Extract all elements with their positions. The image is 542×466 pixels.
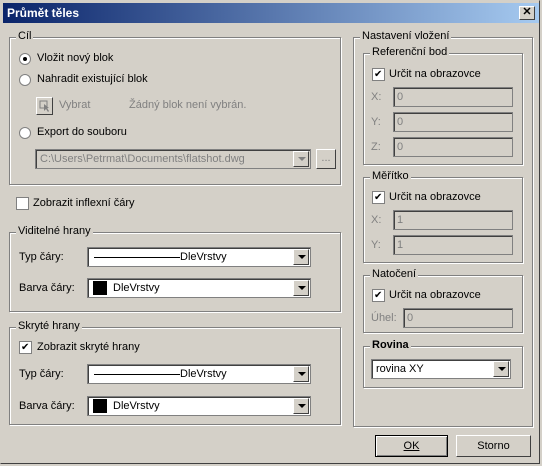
scale-x-field: 1 — [393, 210, 513, 230]
radio-replace-block-label[interactable]: Nahradit existující blok — [37, 73, 148, 85]
scale-legend: Měřítko — [370, 170, 411, 182]
rotation-specify-checkbox[interactable] — [372, 289, 385, 302]
no-block-selected-text: Žádný blok není vybrán. — [129, 99, 247, 111]
rotation-legend: Natočení — [370, 268, 419, 280]
ref-z-field: 0 — [393, 137, 513, 157]
visible-linetype-combo[interactable]: DleVrstvy — [87, 247, 311, 267]
ref-x-label: X: — [371, 91, 382, 103]
ok-button-label: OK — [403, 440, 420, 452]
hidden-color-combo[interactable]: DleVrstvy — [87, 396, 311, 416]
chevron-down-icon[interactable] — [293, 249, 309, 265]
select-block-button — [36, 97, 53, 115]
dialog-window: Průmět těles ✕ Cíl Vložit nový blok Nahr… — [0, 0, 540, 464]
ref-point-specify-label[interactable]: Určit na obrazovce — [389, 68, 481, 80]
plane-value: rovina XY — [376, 363, 424, 375]
radio-new-block-label[interactable]: Vložit nový blok — [37, 52, 113, 64]
scale-specify-label[interactable]: Určit na obrazovce — [389, 191, 481, 203]
cancel-button[interactable]: Storno — [456, 435, 531, 457]
scale-y-field: 1 — [393, 235, 513, 255]
visible-linetype-label: Typ čáry: — [19, 251, 64, 263]
cursor-select-icon — [39, 100, 49, 112]
radio-export-file[interactable] — [19, 127, 31, 139]
angle-label: Úhel: — [371, 312, 397, 324]
ref-x-field: 0 — [393, 87, 513, 107]
color-swatch — [93, 281, 107, 295]
show-inflex-checkbox[interactable] — [16, 197, 29, 210]
insert-settings-legend: Nastavení vložení — [360, 30, 452, 42]
radio-new-block[interactable] — [19, 53, 31, 65]
ref-z-label: Z: — [371, 141, 381, 153]
chevron-down-icon[interactable] — [293, 366, 309, 382]
show-inflex-label[interactable]: Zobrazit inflexní čáry — [33, 197, 134, 209]
ok-button[interactable]: OK — [375, 435, 448, 457]
visible-color-value: DleVrstvy — [113, 282, 160, 294]
ref-point-legend: Referenční bod — [370, 46, 450, 58]
visible-color-label: Barva čáry: — [19, 282, 75, 294]
window-title: Průmět těles — [7, 6, 80, 20]
radio-replace-block[interactable] — [19, 74, 31, 86]
close-icon[interactable]: ✕ — [519, 6, 535, 20]
line-sample — [94, 374, 180, 375]
visible-edges-legend: Viditelné hrany — [16, 225, 93, 237]
chevron-down-icon[interactable] — [293, 398, 309, 414]
hidden-linetype-label: Typ čáry: — [19, 368, 64, 380]
select-block-label: Vybrat — [59, 99, 91, 111]
chevron-down-icon[interactable] — [493, 361, 509, 377]
hidden-linetype-value: DleVrstvy — [180, 368, 227, 380]
visible-linetype-value: DleVrstvy — [180, 251, 227, 263]
file-path-value: C:\Users\Petrmat\Documents\flatshot.dwg — [40, 153, 245, 165]
angle-field: 0 — [403, 308, 513, 328]
visible-color-combo[interactable]: DleVrstvy — [87, 278, 311, 298]
color-swatch — [93, 399, 107, 413]
ref-y-label: Y: — [371, 116, 381, 128]
hidden-color-value: DleVrstvy — [113, 400, 160, 412]
target-legend: Cíl — [16, 30, 34, 42]
hidden-color-label: Barva čáry: — [19, 400, 75, 412]
plane-combo[interactable]: rovina XY — [371, 359, 511, 379]
chevron-down-icon — [293, 151, 309, 167]
show-hidden-checkbox[interactable] — [19, 341, 32, 354]
title-bar[interactable]: Průmět těles ✕ — [3, 3, 539, 23]
ref-y-field: 0 — [393, 112, 513, 132]
hidden-edges-legend: Skryté hrany — [16, 320, 82, 332]
visible-edges-group: Viditelné hrany — [9, 225, 341, 312]
ref-point-specify-checkbox[interactable] — [372, 68, 385, 81]
plane-legend: Rovina — [370, 339, 411, 351]
radio-export-file-label[interactable]: Export do souboru — [37, 126, 127, 138]
show-hidden-label[interactable]: Zobrazit skryté hrany — [37, 341, 140, 353]
chevron-down-icon[interactable] — [293, 280, 309, 296]
line-sample — [94, 257, 180, 258]
scale-x-label: X: — [371, 214, 382, 226]
rotation-specify-label[interactable]: Určit na obrazovce — [389, 289, 481, 301]
hidden-linetype-combo[interactable]: DleVrstvy — [87, 364, 311, 384]
scale-y-label: Y: — [371, 239, 381, 251]
scale-specify-checkbox[interactable] — [372, 191, 385, 204]
cancel-button-label: Storno — [477, 440, 510, 452]
browse-button: ... — [316, 149, 336, 169]
file-path-combo: C:\Users\Petrmat\Documents\flatshot.dwg — [35, 149, 311, 169]
